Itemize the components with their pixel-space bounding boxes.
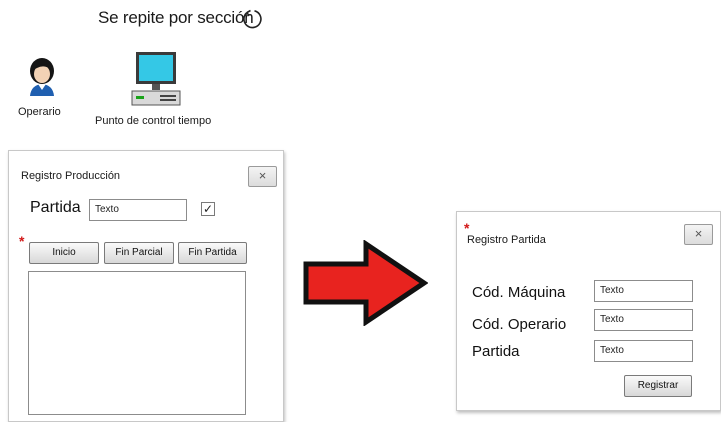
fin-partida-button[interactable]: Fin Partida [178, 242, 247, 264]
computer-icon [131, 52, 181, 106]
production-dialog: Registro Producción × Partida Texto ✓ * … [8, 150, 284, 422]
refresh-icon [243, 9, 262, 29]
fin-parcial-button[interactable]: Fin Parcial [104, 242, 174, 264]
required-marker: * [19, 233, 25, 249]
partida-close-button[interactable]: × [684, 224, 713, 245]
partida-dialog: * Registro Partida × Cód. Máquina Texto … [456, 211, 721, 411]
maquina-input[interactable]: Texto [594, 280, 693, 302]
registrar-button[interactable]: Registrar [624, 375, 692, 397]
production-close-button[interactable]: × [248, 166, 277, 187]
maquina-label: Cód. Máquina [472, 284, 566, 301]
production-dialog-title: Registro Producción [21, 170, 121, 182]
control-point-label: Punto de control tiempo [95, 115, 212, 127]
repeat-per-section-text: Se repite por sección [98, 8, 254, 27]
operario-input[interactable]: Texto [594, 309, 693, 331]
partida-input[interactable]: Texto [89, 199, 187, 221]
partida-field-input[interactable]: Texto [594, 340, 693, 362]
production-log-area[interactable] [28, 271, 246, 415]
operario-label: Cód. Operario [472, 316, 567, 333]
partida-field-label: Partida [472, 343, 520, 360]
partida-checkbox[interactable]: ✓ [201, 202, 215, 216]
partida-label: Partida [30, 199, 81, 216]
operator-label: Operario [18, 106, 61, 118]
inicio-button[interactable]: Inicio [29, 242, 99, 264]
person-icon [30, 58, 54, 96]
arrow-right-icon [303, 240, 428, 326]
partida-dialog-title: Registro Partida [467, 234, 546, 246]
